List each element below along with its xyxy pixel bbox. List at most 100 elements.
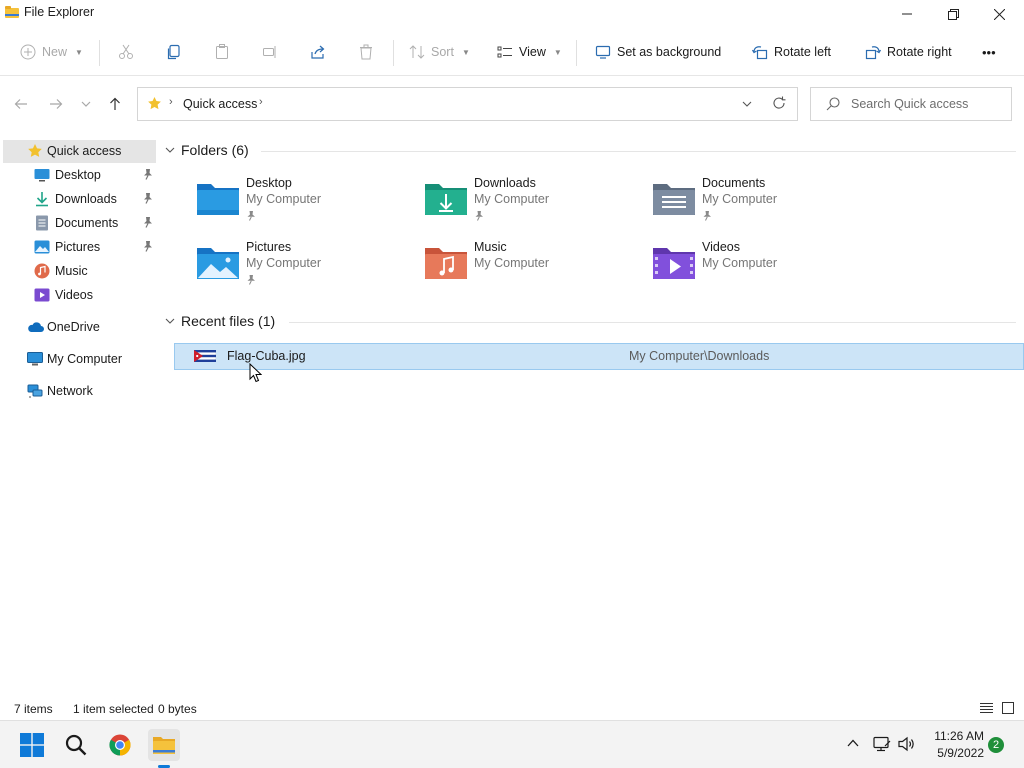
close-button[interactable] [976, 0, 1022, 28]
copy-button[interactable] [166, 40, 182, 64]
sort-button[interactable]: Sort ▼ [409, 40, 470, 64]
folder-downloads[interactable]: Downloads My Computer [424, 176, 644, 232]
address-bar[interactable]: › Quick access › [137, 87, 798, 121]
rotate-left-button[interactable]: Rotate left [752, 40, 831, 64]
restore-button[interactable] [930, 0, 976, 28]
chevron-down-icon: ▼ [553, 47, 562, 57]
volume-icon[interactable] [898, 736, 916, 752]
cloud-icon [27, 319, 44, 335]
pictures-icon [34, 239, 50, 255]
sidebar-item-downloads[interactable]: Downloads [3, 188, 156, 211]
folder-icon [152, 735, 176, 755]
sidebar-item-music[interactable]: Music [3, 260, 156, 283]
folder-location: My Computer [702, 192, 778, 206]
copy-icon [166, 44, 182, 60]
sidebar-item-label: OneDrive [47, 320, 100, 334]
sort-label: Sort [431, 45, 454, 59]
clock-time[interactable]: 11:26 AM [928, 729, 984, 743]
paste-button[interactable] [214, 40, 230, 64]
rotate-right-button[interactable]: Rotate right [865, 40, 952, 64]
share-button[interactable] [310, 40, 326, 64]
file-explorer-icon [5, 6, 19, 18]
item-count: 7 items [14, 702, 53, 716]
new-button[interactable]: New ▼ [20, 40, 83, 64]
folder-videos[interactable]: Videos My Computer [652, 240, 872, 296]
sidebar-item-label: Desktop [55, 168, 101, 182]
network-icon [27, 383, 43, 399]
sidebar-item-quick-access[interactable]: Quick access [3, 140, 156, 163]
sidebar-item-desktop[interactable]: Desktop [3, 164, 156, 187]
chrome-taskbar-button[interactable] [104, 729, 136, 761]
breadcrumb-quick-access[interactable]: Quick access [183, 97, 257, 111]
address-dropdown-icon[interactable] [742, 101, 752, 107]
delete-button[interactable] [358, 40, 374, 64]
toolbar-divider [393, 40, 394, 66]
pin-icon[interactable] [142, 192, 153, 204]
set-as-background-button[interactable]: Set as background [595, 40, 721, 64]
recent-group-title: Recent files (1) [181, 313, 276, 329]
sidebar-item-label: Downloads [55, 192, 117, 206]
search-box[interactable]: Search Quick access [810, 87, 1012, 121]
sidebar-item-label: Pictures [55, 240, 101, 254]
new-label: New [42, 45, 68, 59]
folder-name: Music [474, 240, 507, 254]
more-options-button[interactable]: ••• [982, 40, 996, 64]
details-view-icon[interactable] [980, 702, 993, 714]
forward-button[interactable] [44, 94, 68, 114]
star-icon [147, 96, 162, 111]
up-button[interactable] [103, 94, 127, 114]
view-label: View [519, 45, 546, 59]
folder-location: My Computer [474, 256, 550, 270]
start-button[interactable] [16, 729, 48, 761]
chevron-down-icon [165, 318, 175, 324]
document-icon [34, 215, 50, 231]
rename-button[interactable] [262, 40, 278, 64]
folders-group-header[interactable]: Folders (6) [165, 140, 249, 160]
folder-name: Pictures [246, 240, 292, 254]
large-icons-view-icon[interactable] [1002, 702, 1014, 714]
pin-icon[interactable] [142, 216, 153, 228]
sidebar-item-videos[interactable]: Videos [3, 284, 156, 307]
downloads-folder-icon [424, 180, 468, 216]
chevron-down-icon: ▼ [75, 47, 83, 57]
recent-locations-button[interactable] [74, 94, 98, 114]
back-button[interactable] [9, 94, 33, 114]
pin-icon[interactable] [142, 240, 153, 252]
sidebar-item-my-computer[interactable]: My Computer [3, 348, 156, 371]
network-status-icon[interactable] [873, 736, 891, 752]
refresh-icon[interactable] [772, 96, 786, 110]
breadcrumb-expand-icon[interactable]: › [259, 96, 263, 108]
sidebar-item-documents[interactable]: Documents [3, 212, 156, 235]
folder-music[interactable]: Music My Computer [424, 240, 644, 296]
image-file-thumbnail [194, 350, 216, 362]
sidebar-item-label: Music [55, 264, 88, 278]
navigation-pane: Quick access Desktop Downloads Documents… [0, 132, 157, 698]
file-explorer-taskbar-button[interactable] [148, 729, 180, 761]
chevron-up-icon[interactable] [847, 739, 859, 747]
clock-date[interactable]: 5/9/2022 [928, 746, 984, 760]
cut-button[interactable] [118, 40, 134, 64]
sidebar-item-label: Documents [55, 216, 119, 230]
command-bar: New ▼ Sort ▼ View ▼ Set as background Ro… [0, 28, 1024, 76]
folder-desktop[interactable]: Desktop My Computer [196, 176, 416, 232]
set-as-background-label: Set as background [617, 45, 722, 59]
notification-badge[interactable]: 2 [988, 737, 1004, 753]
sidebar-item-network[interactable]: Network [3, 380, 156, 403]
sidebar-item-label: My Computer [47, 352, 123, 366]
folder-pictures[interactable]: Pictures My Computer [196, 240, 416, 296]
sort-icon [409, 44, 425, 60]
recent-file-row[interactable]: Flag-Cuba.jpg My Computer\Downloads [174, 343, 1024, 370]
search-taskbar-button[interactable] [60, 729, 92, 761]
minimize-button[interactable] [884, 0, 930, 28]
chrome-icon [109, 734, 131, 756]
videos-icon [34, 287, 50, 303]
view-button[interactable]: View ▼ [497, 40, 562, 64]
search-icon [65, 734, 87, 756]
sidebar-item-pictures[interactable]: Pictures [3, 236, 156, 259]
pin-icon[interactable] [142, 168, 153, 180]
sidebar-item-onedrive[interactable]: OneDrive [3, 316, 156, 339]
windows-logo-icon [20, 733, 44, 757]
folder-documents[interactable]: Documents My Computer [652, 176, 872, 232]
recent-group-header[interactable]: Recent files (1) [165, 311, 275, 331]
scissors-icon [118, 44, 134, 60]
